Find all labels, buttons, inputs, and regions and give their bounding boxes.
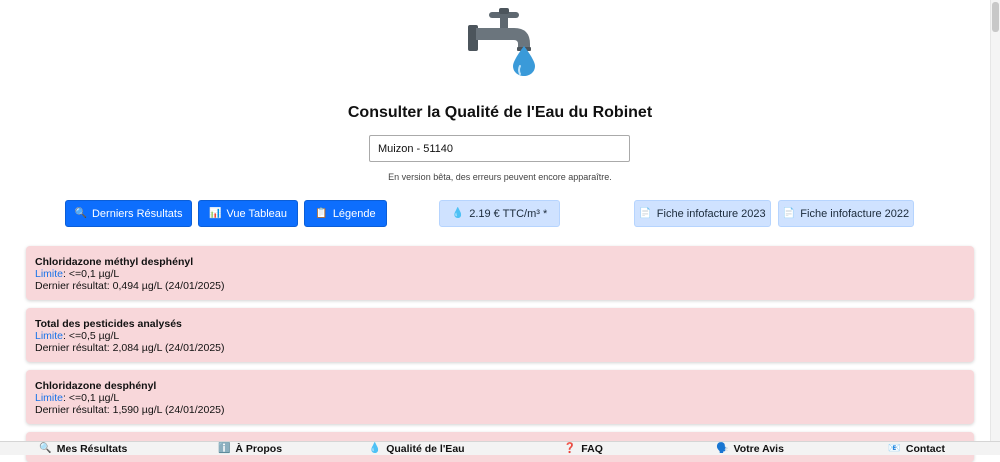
result-name: Chloridazone méthyl desphényl: [35, 256, 194, 268]
water-tap-icon: [468, 8, 535, 76]
latest-results-label: Derniers Résultats: [91, 207, 183, 220]
limit-link[interactable]: Limite: [35, 268, 63, 280]
result-card[interactable]: Total des pesticides analysés Limite: <=…: [26, 308, 974, 362]
result-name: Chloridazone desphényl: [35, 380, 157, 392]
nav-label: FAQ: [581, 443, 603, 455]
scrollbar[interactable]: [990, 0, 1000, 454]
invoice-2023-label: Fiche infofacture 2023: [656, 207, 766, 220]
clipboard-icon: 📋: [315, 207, 328, 219]
limit-link[interactable]: Limite: [35, 330, 63, 342]
price-label: 2.19 € TTC/m³ *: [469, 207, 548, 220]
result-name: Total des pesticides analysés: [35, 318, 182, 330]
question-icon: ❓: [563, 443, 577, 454]
result-last: Dernier résultat: 1,590 µg/L (24/01/2025…: [35, 404, 225, 416]
limit-link[interactable]: Limite: [35, 392, 63, 404]
nav-label: Qualité de l'Eau: [386, 443, 465, 455]
search-icon: 🔍: [74, 207, 87, 219]
legend-button[interactable]: 📋 Légende: [304, 200, 387, 227]
limit-value: : <=0,1 µg/L: [63, 392, 120, 404]
beta-notice: En version bêta, des erreurs peuvent enc…: [388, 172, 612, 182]
scrollbar-thumb[interactable]: [992, 2, 999, 32]
search-icon: 🔍: [39, 443, 52, 454]
bottom-nav: 🔍 Mes Résultats ℹ️ À Propos 💧 Qualité de…: [0, 441, 1000, 455]
document-icon: 📄: [782, 207, 796, 219]
result-card[interactable]: Chloridazone desphényl Limite: <=0,1 µg/…: [26, 370, 974, 424]
result-last: Dernier résultat: 2,084 µg/L (24/01/2025…: [35, 342, 225, 354]
speaking-head-icon: 🗣️: [716, 443, 729, 454]
nav-water-quality[interactable]: 💧 Qualité de l'Eau: [333, 442, 500, 455]
info-icon: ℹ️: [217, 443, 231, 454]
email-icon: 📧: [888, 443, 901, 454]
result-last: Dernier résultat: 0,494 µg/L (24/01/2025…: [35, 280, 225, 292]
page-title: Consulter la Qualité de l'Eau du Robinet: [347, 104, 653, 121]
invoice-2022-label: Fiche infofacture 2022: [800, 207, 910, 220]
result-limit: Limite: <=0,1 µg/L: [35, 268, 965, 280]
nav-label: Contact: [905, 443, 945, 455]
nav-my-results[interactable]: 🔍 Mes Résultats: [0, 442, 167, 455]
price-button[interactable]: 💧 2.19 € TTC/m³ *: [439, 200, 560, 227]
document-icon: 📄: [639, 207, 652, 219]
table-view-button[interactable]: 📊 Vue Tableau: [198, 200, 298, 227]
nav-contact[interactable]: 📧 Contact: [833, 442, 1000, 455]
droplet-icon: 💧: [451, 207, 465, 219]
table-view-label: Vue Tableau: [226, 207, 287, 220]
invoice-2023-button[interactable]: 📄 Fiche infofacture 2023: [634, 200, 771, 227]
nav-feedback[interactable]: 🗣️ Votre Avis: [667, 442, 834, 455]
result-limit: Limite: <=0,5 µg/L: [35, 330, 965, 342]
search-input[interactable]: [369, 135, 630, 162]
latest-results-button[interactable]: 🔍 Derniers Résultats: [65, 200, 192, 227]
invoice-2022-button[interactable]: 📄 Fiche infofacture 2022: [778, 200, 914, 227]
nav-label: Mes Résultats: [56, 443, 128, 455]
nav-label: Votre Avis: [733, 443, 784, 455]
result-card[interactable]: Chloridazone méthyl desphényl Limite: <=…: [26, 246, 974, 300]
result-limit: Limite: <=0,1 µg/L: [35, 392, 965, 404]
limit-value: : <=0,1 µg/L: [63, 268, 120, 280]
nav-about[interactable]: ℹ️ À Propos: [167, 442, 334, 455]
nav-label: À Propos: [235, 443, 283, 455]
chart-icon: 📊: [208, 207, 222, 219]
nav-faq[interactable]: ❓ FAQ: [500, 442, 667, 455]
limit-value: : <=0,5 µg/L: [63, 330, 120, 342]
legend-label: Légende: [332, 207, 376, 220]
droplet-icon: 💧: [368, 443, 382, 454]
